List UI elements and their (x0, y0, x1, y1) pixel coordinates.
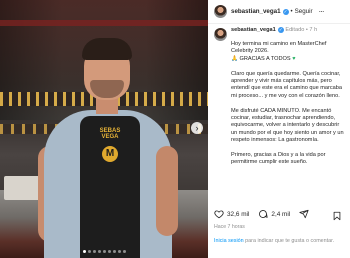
post-photo[interactable]: SEBAS VEGA M › (0, 0, 208, 258)
caption-paragraph: Me disfruté CADA MINUTO. Me encantó coci… (231, 107, 344, 144)
carousel-dot[interactable] (102, 250, 106, 253)
comments-count: 2,4 mil (271, 210, 291, 218)
follow-button[interactable]: Seguir (295, 8, 313, 15)
edited-label: Editado (285, 27, 305, 33)
person-arm-right (156, 146, 178, 236)
apron-logo: M (102, 146, 118, 162)
username-link[interactable]: sebastian_vega1 (231, 8, 281, 15)
avatar[interactable] (214, 28, 227, 41)
post-actions: 32,6 mil 2,4 mil (208, 206, 350, 222)
separator-dot: • (290, 8, 293, 15)
caption-line: Hoy termina mi camino en MasterChef Cele… (231, 41, 327, 62)
caption-paragraph: Claro que quería quedarme. Quería cocina… (231, 70, 343, 99)
carousel-dot[interactable] (112, 250, 116, 253)
person-hair (82, 38, 132, 60)
like-button[interactable]: 32,6 mil (214, 209, 249, 219)
carousel-dot[interactable] (117, 250, 121, 253)
login-link[interactable]: Inicia sesión (214, 238, 244, 244)
carousel-dot[interactable] (82, 250, 86, 253)
share-button[interactable] (299, 209, 309, 219)
comment-button[interactable]: 2,4 mil (258, 209, 290, 219)
bookmark-icon (333, 211, 341, 221)
post-header: sebastian_vega1 ✓ • Seguir ··· (208, 0, 350, 24)
green-heart-emoji: ♥ (292, 55, 296, 62)
post-date: Hace 7 horas (214, 224, 245, 230)
login-prompt-text: para indicar que te gusta o comentar. (243, 238, 335, 244)
caption-username[interactable]: sebastian_vega1 (231, 27, 276, 33)
avatar[interactable] (214, 5, 227, 18)
carousel-dot[interactable] (92, 250, 96, 253)
carousel-dot[interactable] (122, 250, 126, 253)
carousel-dot[interactable] (107, 250, 111, 253)
caption-author-row: sebastian_vega1 ✓ Editado • 7 h (214, 27, 344, 41)
caption-section: sebastian_vega1 ✓ Editado • 7 h Hoy termi… (208, 27, 350, 204)
save-button[interactable] (332, 208, 342, 226)
carousel-indicator (72, 250, 136, 254)
separator-dot: • (305, 27, 308, 33)
paper-plane-share-icon (299, 209, 309, 219)
carousel-dot[interactable] (97, 250, 101, 253)
apron-name-text: SEBAS VEGA (99, 128, 121, 140)
caption-header: sebastian_vega1 ✓ Editado • 7 h (231, 27, 317, 34)
comment-bubble-icon (259, 210, 268, 218)
more-options-icon[interactable]: ··· (319, 7, 325, 16)
verified-badge-icon: ✓ (282, 8, 289, 15)
caption-paragraph: Primero, gracias a Dios y a la vida por … (231, 152, 326, 166)
post-side-panel: sebastian_vega1 ✓ • Seguir ··· sebastian… (208, 0, 350, 258)
next-slide-button[interactable]: › (191, 122, 203, 134)
likes-count: 32,6 mil (227, 210, 250, 218)
chevron-right-icon: › (195, 123, 199, 133)
heart-icon (214, 210, 224, 219)
carousel-dot[interactable] (87, 250, 91, 253)
folded-hands-emoji: 🙏 (231, 55, 238, 62)
kitchen-shelf-trim (0, 20, 208, 26)
time-ago: 7 h (309, 27, 318, 33)
verified-badge-icon: ✓ (277, 27, 284, 33)
caption-text: Hoy termina mi camino en MasterChef Cele… (231, 41, 344, 167)
login-prompt: Inicia sesión para indicar que te gusta … (214, 238, 346, 245)
